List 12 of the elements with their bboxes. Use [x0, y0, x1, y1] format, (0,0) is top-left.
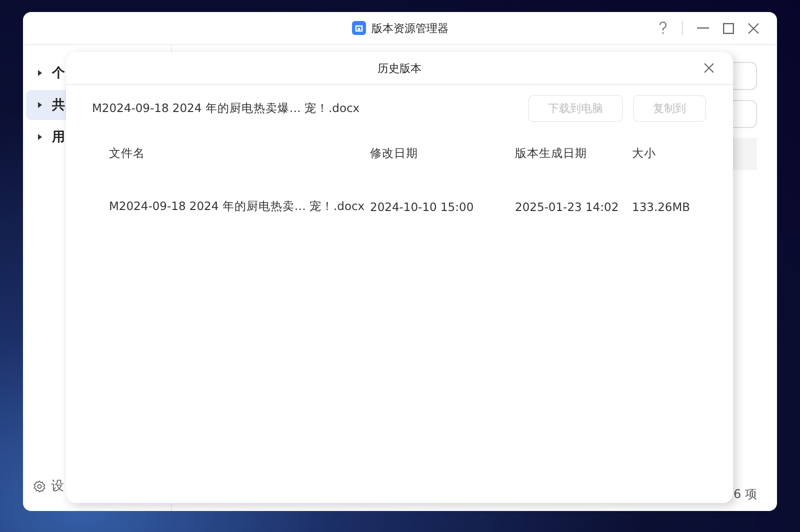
table-cell-text: 2024-10-10 15:00 [370, 200, 475, 214]
column-header: 大小 [632, 146, 657, 160]
file-name: M2024-09-18 2024 年的厨电热卖爆… 宠！.docx [92, 101, 360, 116]
column-header: 修改日期 [370, 146, 419, 160]
window-title: 版本资源管理器 [372, 20, 448, 36]
table-cell-text: 133.26MB [632, 200, 692, 214]
table-cell-text: 2025-01-23 14:02 [515, 200, 620, 214]
dialog-title: 历史版本 [378, 60, 422, 76]
item-count: 6 项 [734, 486, 757, 502]
column-header: 文件名 [109, 146, 146, 160]
table-cell-text: M2024-09-18 2024 年的厨电热卖… 宠！.docx [109, 199, 366, 214]
column-header: 版本生成日期 [515, 146, 588, 160]
